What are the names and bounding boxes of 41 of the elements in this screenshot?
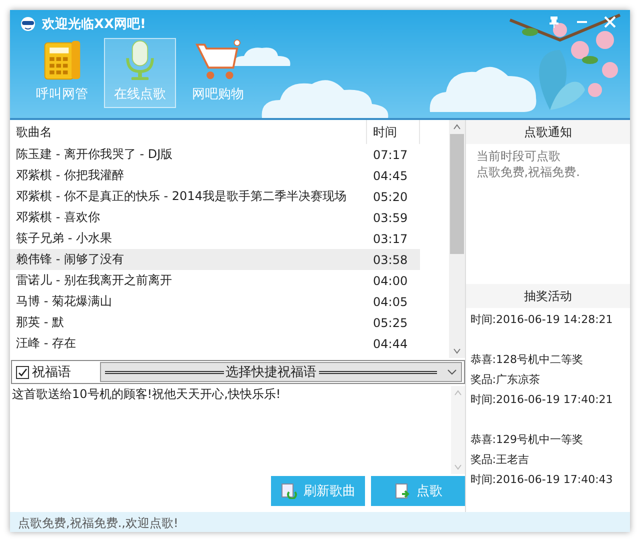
scroll-down-icon[interactable] [453,348,462,354]
mascot-icon [20,16,36,32]
panel-title: 抽奖活动 [466,284,630,308]
scroll-up-icon[interactable] [453,124,462,130]
song-row[interactable]: 邓紫棋 - 喜欢你 03:59 [10,207,420,228]
scroll-up-icon[interactable] [454,390,462,396]
lottery-text: 时间:2016-06-19 14:28:21 [470,312,613,328]
lottery-text: 奖品:王老吉 [470,452,529,468]
column-header[interactable]: 时间 [366,120,420,144]
lottery-text: 奖品:广东凉茶 [470,372,540,388]
song-row[interactable]: 陈玉建 - 离开你我哭了 - DJ版 07:17 [10,144,420,165]
song-row[interactable]: 雷诺儿 - 别在我离开之前离开 04:00 [10,270,420,291]
song-row[interactable]: 汪峰 - 存在 04:44 [10,333,420,354]
song-row[interactable]: 赖伟锋 - 闹够了没有 03:58 [10,249,420,270]
lottery-text: 恭喜:129号机中一等奖 [470,432,583,448]
scrollbar[interactable] [449,120,466,358]
lottery-text: 恭喜:128号机中二等奖 [470,352,583,368]
window-title: 欢迎光临XX网吧! [42,16,146,33]
refresh-icon [281,483,298,499]
pin-icon[interactable] [548,16,560,28]
panel-title: 点歌通知 [466,120,630,144]
column-header[interactable]: 歌曲名 [10,120,366,144]
greeting-dropdown[interactable]: 选择快捷祝福语 [100,362,462,382]
lottery-text: 时间:2016-06-19 17:40:43 [470,472,613,488]
lottery-text: 时间:2016-06-19 17:40:21 [470,392,613,408]
checkmark-icon [17,366,28,378]
shopping-cart-icon [194,39,242,81]
notice-text: 点歌免费,祝福免费. [476,164,581,180]
song-row[interactable]: 筷子兄弟 - 小水果 03:17 [10,228,420,249]
close-icon[interactable] [604,16,616,28]
document-icon [394,483,410,499]
status-text: 点歌免费,祝福免费.,欢迎点歌! [18,514,178,532]
song-row[interactable]: 邓紫棋 - 你把我灌醉 04:45 [10,165,420,186]
scroll-down-icon[interactable] [454,464,462,470]
message-field[interactable]: 这首歌送给10号机的顾客!祝他天天开心,快快乐乐! [10,384,466,474]
notice-text: 当前时段可点歌 [476,148,562,164]
song-row[interactable]: 马博 - 菊花爆满山 04:05 [10,291,420,312]
caret-icon [447,369,458,375]
greeting-checkbox[interactable]: 祝福语 [16,363,92,381]
song-row[interactable]: 那英 - 默 05:25 [10,312,420,333]
song-row[interactable]: 邓紫棋 - 你不是真正的快乐 - 2014我是歌手第二季半决赛现场 05:20 [10,186,420,207]
